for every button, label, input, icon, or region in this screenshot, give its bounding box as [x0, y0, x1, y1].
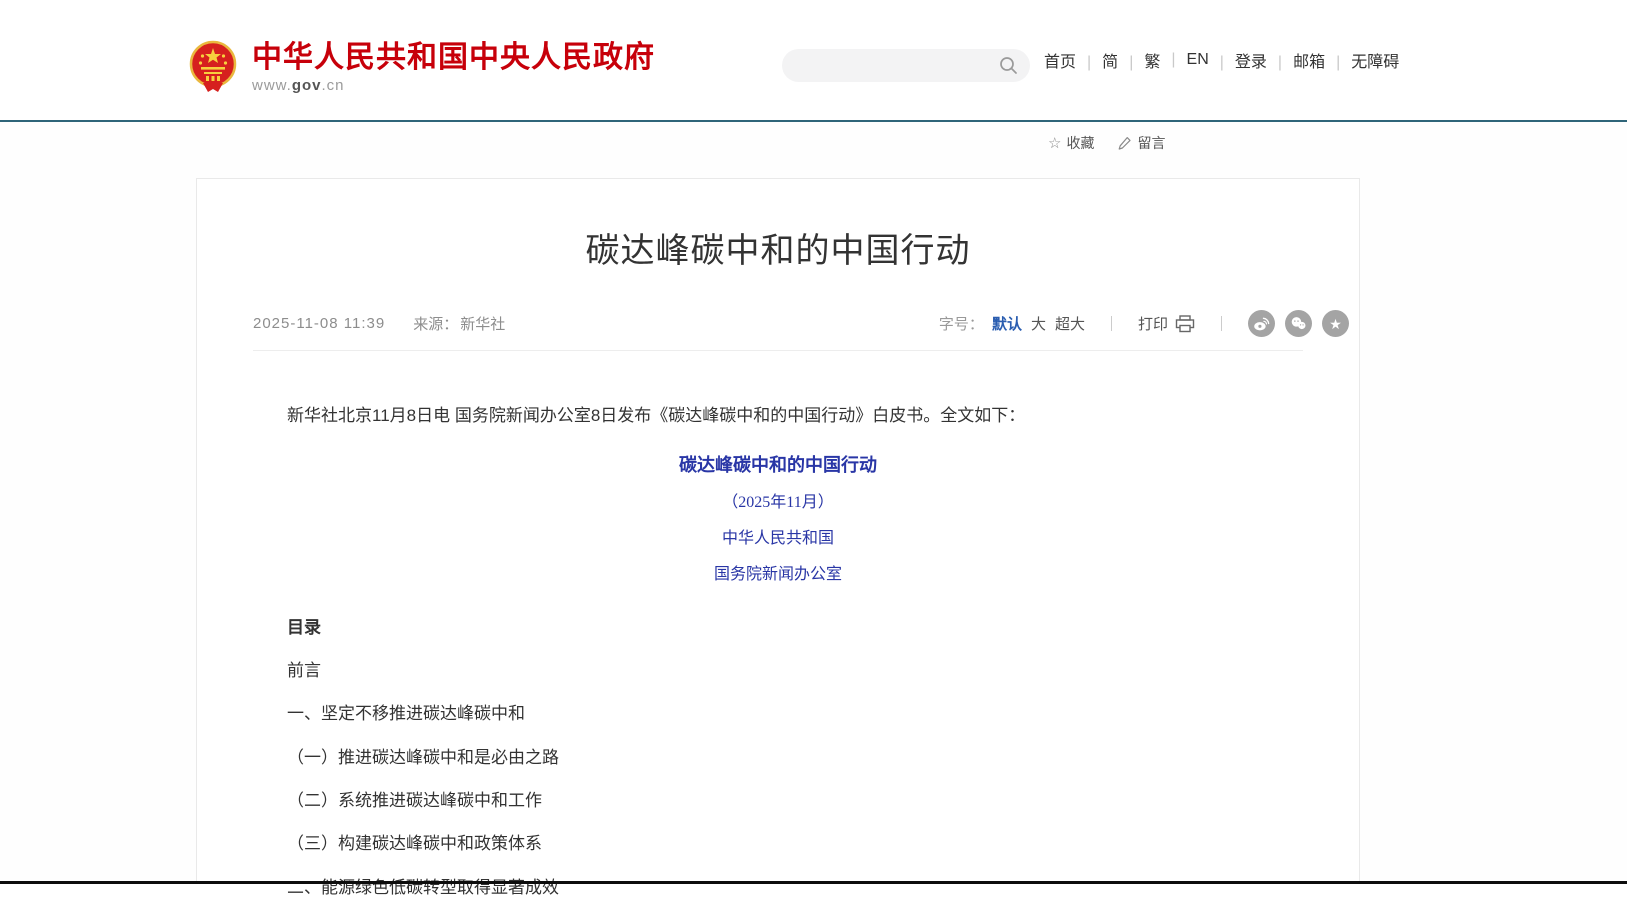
nav-traditional[interactable]: 繁 [1118, 48, 1160, 72]
brand-text: 中华人民共和国中央人民政府 www.gov.cn [252, 41, 655, 94]
nav-home[interactable]: 首页 [1044, 48, 1076, 72]
font-size-large[interactable]: 大 [1031, 313, 1046, 334]
document-org-line1: 中华人民共和国 [253, 527, 1303, 552]
url-gov: gov [292, 77, 322, 94]
url-cn: .cn [322, 77, 345, 94]
viewport-bottom-edge [0, 881, 1627, 884]
source-value[interactable]: 新华社 [460, 313, 505, 334]
print-label: 打印 [1138, 313, 1168, 334]
national-emblem-icon [188, 38, 238, 96]
nav-accessibility[interactable]: 无障碍 [1325, 48, 1399, 72]
site-header: 中华人民共和国中央人民政府 www.gov.cn 首页 简 繁 EN 登录 邮箱… [0, 0, 1627, 120]
print-button[interactable]: 打印 [1138, 313, 1195, 334]
meta-right: 字号： 默认 大 超大 打印 [939, 310, 1349, 337]
divider [1221, 316, 1222, 331]
qzone-star-icon: ★ [1329, 317, 1342, 331]
favorite-button[interactable]: ☆ 收藏 [1048, 133, 1094, 153]
wechat-icon [1289, 314, 1308, 333]
document-date: （2025年11月） [253, 491, 1303, 516]
divider [1111, 316, 1112, 331]
article-card: 碳达峰碳中和的中国行动 2025-11-08 11:39 来源： 新华社 字号：… [196, 178, 1360, 881]
intro-paragraph: 新华社北京11月8日电 国务院新闻办公室8日发布《碳达峰碳中和的中国行动》白皮书… [253, 403, 1303, 429]
search-input[interactable] [782, 49, 999, 82]
article-meta: 2025-11-08 11:39 来源： 新华社 字号： 默认 大 超大 打印 [253, 310, 1303, 351]
font-size-label: 字号： [939, 313, 984, 334]
font-size-xlarge[interactable]: 超大 [1055, 313, 1085, 334]
share-qzone-button[interactable]: ★ [1322, 310, 1349, 337]
page-body: ☆ 收藏 留言 碳达峰碳中和的中国行动 2025-11-08 11:39 来源：… [0, 122, 1627, 881]
site-url: www.gov.cn [252, 77, 655, 94]
nav-english[interactable]: EN [1160, 51, 1208, 69]
toc-item: 前言 [253, 658, 1303, 684]
browser-viewport: 中华人民共和国中央人民政府 www.gov.cn 首页 简 繁 EN 登录 邮箱… [0, 0, 1627, 915]
favorite-label: 收藏 [1066, 133, 1094, 153]
comment-button[interactable]: 留言 [1118, 133, 1165, 153]
nav-login[interactable]: 登录 [1209, 48, 1267, 72]
nav-simplified[interactable]: 简 [1076, 48, 1118, 72]
source-label: 来源： [413, 313, 458, 334]
printer-icon [1175, 315, 1195, 333]
toc-heading: 目录 [253, 615, 1303, 641]
share-wechat-button[interactable] [1285, 310, 1312, 337]
meta-left: 2025-11-08 11:39 来源： 新华社 [253, 313, 505, 334]
toc-item: 一、坚定不移推进碳达峰碳中和 [253, 701, 1303, 727]
toc-item: （三）构建碳达峰碳中和政策体系 [253, 831, 1303, 857]
top-nav: 首页 简 繁 EN 登录 邮箱 无障碍 [1044, 0, 1399, 120]
share-icons: ★ [1248, 310, 1349, 337]
search-icon[interactable] [999, 56, 1018, 75]
share-weibo-button[interactable] [1248, 310, 1275, 337]
document-title: 碳达峰碳中和的中国行动 [253, 452, 1303, 480]
nav-mail[interactable]: 邮箱 [1267, 48, 1325, 72]
page-tools: ☆ 收藏 留言 [1048, 133, 1165, 153]
article-body: 新华社北京11月8日电 国务院新闻办公室8日发布《碳达峰碳中和的中国行动》白皮书… [253, 403, 1303, 915]
search-box[interactable] [782, 49, 1030, 82]
pencil-icon [1118, 136, 1132, 151]
toc-item: （二）系统推进碳达峰碳中和工作 [253, 788, 1303, 814]
url-www: www. [252, 77, 292, 94]
star-outline-icon: ☆ [1048, 136, 1061, 151]
toc-item: 二、能源绿色低碳转型取得显著成效 [253, 875, 1303, 901]
toc-item: （一）推进碳达峰碳中和是必由之路 [253, 745, 1303, 771]
site-title: 中华人民共和国中央人民政府 [252, 41, 655, 74]
site-brand[interactable]: 中华人民共和国中央人民政府 www.gov.cn [188, 38, 655, 96]
font-size-default[interactable]: 默认 [992, 313, 1022, 334]
weibo-icon [1252, 314, 1271, 333]
comment-label: 留言 [1137, 133, 1165, 153]
document-org-line2: 国务院新闻办公室 [253, 563, 1303, 588]
article-title: 碳达峰碳中和的中国行动 [253, 223, 1303, 272]
publish-date: 2025-11-08 11:39 [253, 315, 385, 332]
